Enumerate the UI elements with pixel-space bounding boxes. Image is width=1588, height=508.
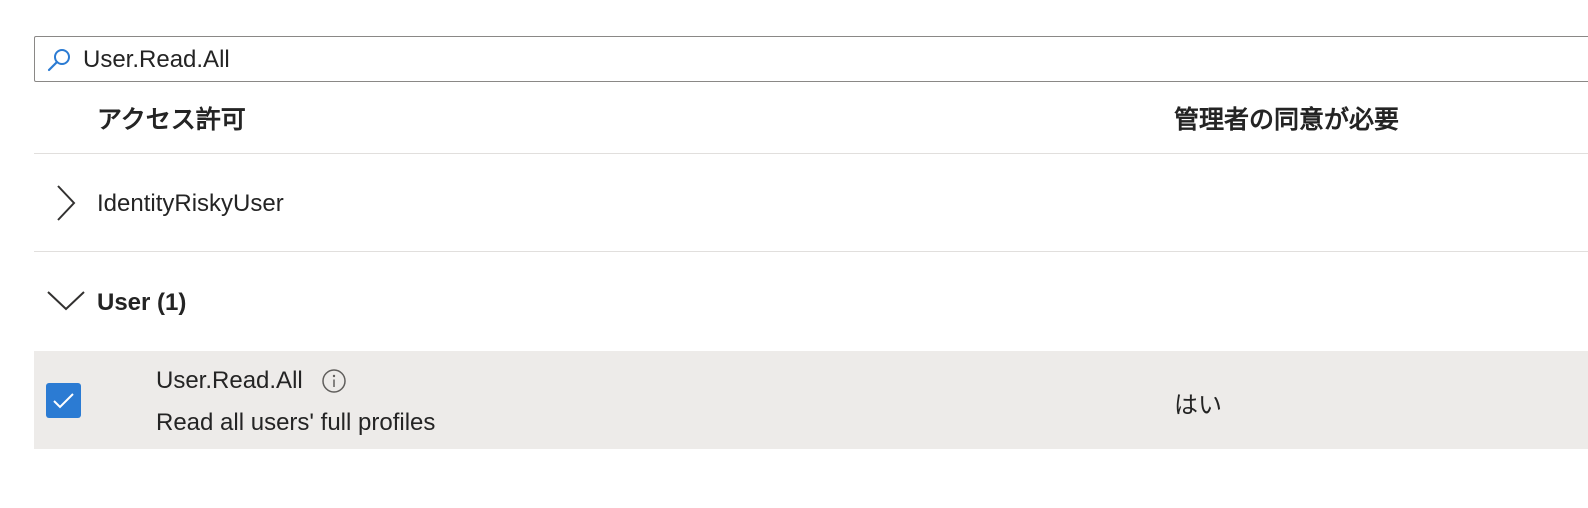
- chevron-right-icon[interactable]: [46, 183, 86, 223]
- column-header-admin-consent[interactable]: 管理者の同意が必要: [1174, 100, 1399, 136]
- search-input[interactable]: [83, 43, 1483, 77]
- column-header-permission[interactable]: アクセス許可: [97, 100, 246, 136]
- permission-description: Read all users' full profiles: [156, 409, 436, 436]
- search-icon: [47, 49, 70, 72]
- info-icon[interactable]: [321, 368, 347, 394]
- group-label: User (1): [97, 289, 187, 316]
- search-box[interactable]: [34, 36, 1588, 82]
- admin-consent-value: はい: [1174, 392, 1222, 419]
- group-row-identityriskyuser[interactable]: IdentityRiskyUser: [34, 154, 1588, 252]
- group-row-user[interactable]: User (1): [34, 252, 1588, 350]
- permission-name: User.Read.All: [156, 367, 303, 394]
- permission-row-user-read-all[interactable]: User.Read.All Read all users' full profi…: [34, 351, 1588, 449]
- checkmark-icon: [53, 393, 74, 409]
- permissions-panel: アクセス許可 管理者の同意が必要 IdentityRiskyUser User …: [0, 0, 1588, 508]
- group-label: IdentityRiskyUser: [97, 190, 284, 217]
- permission-checkbox[interactable]: [46, 383, 81, 418]
- chevron-down-icon[interactable]: [46, 282, 86, 322]
